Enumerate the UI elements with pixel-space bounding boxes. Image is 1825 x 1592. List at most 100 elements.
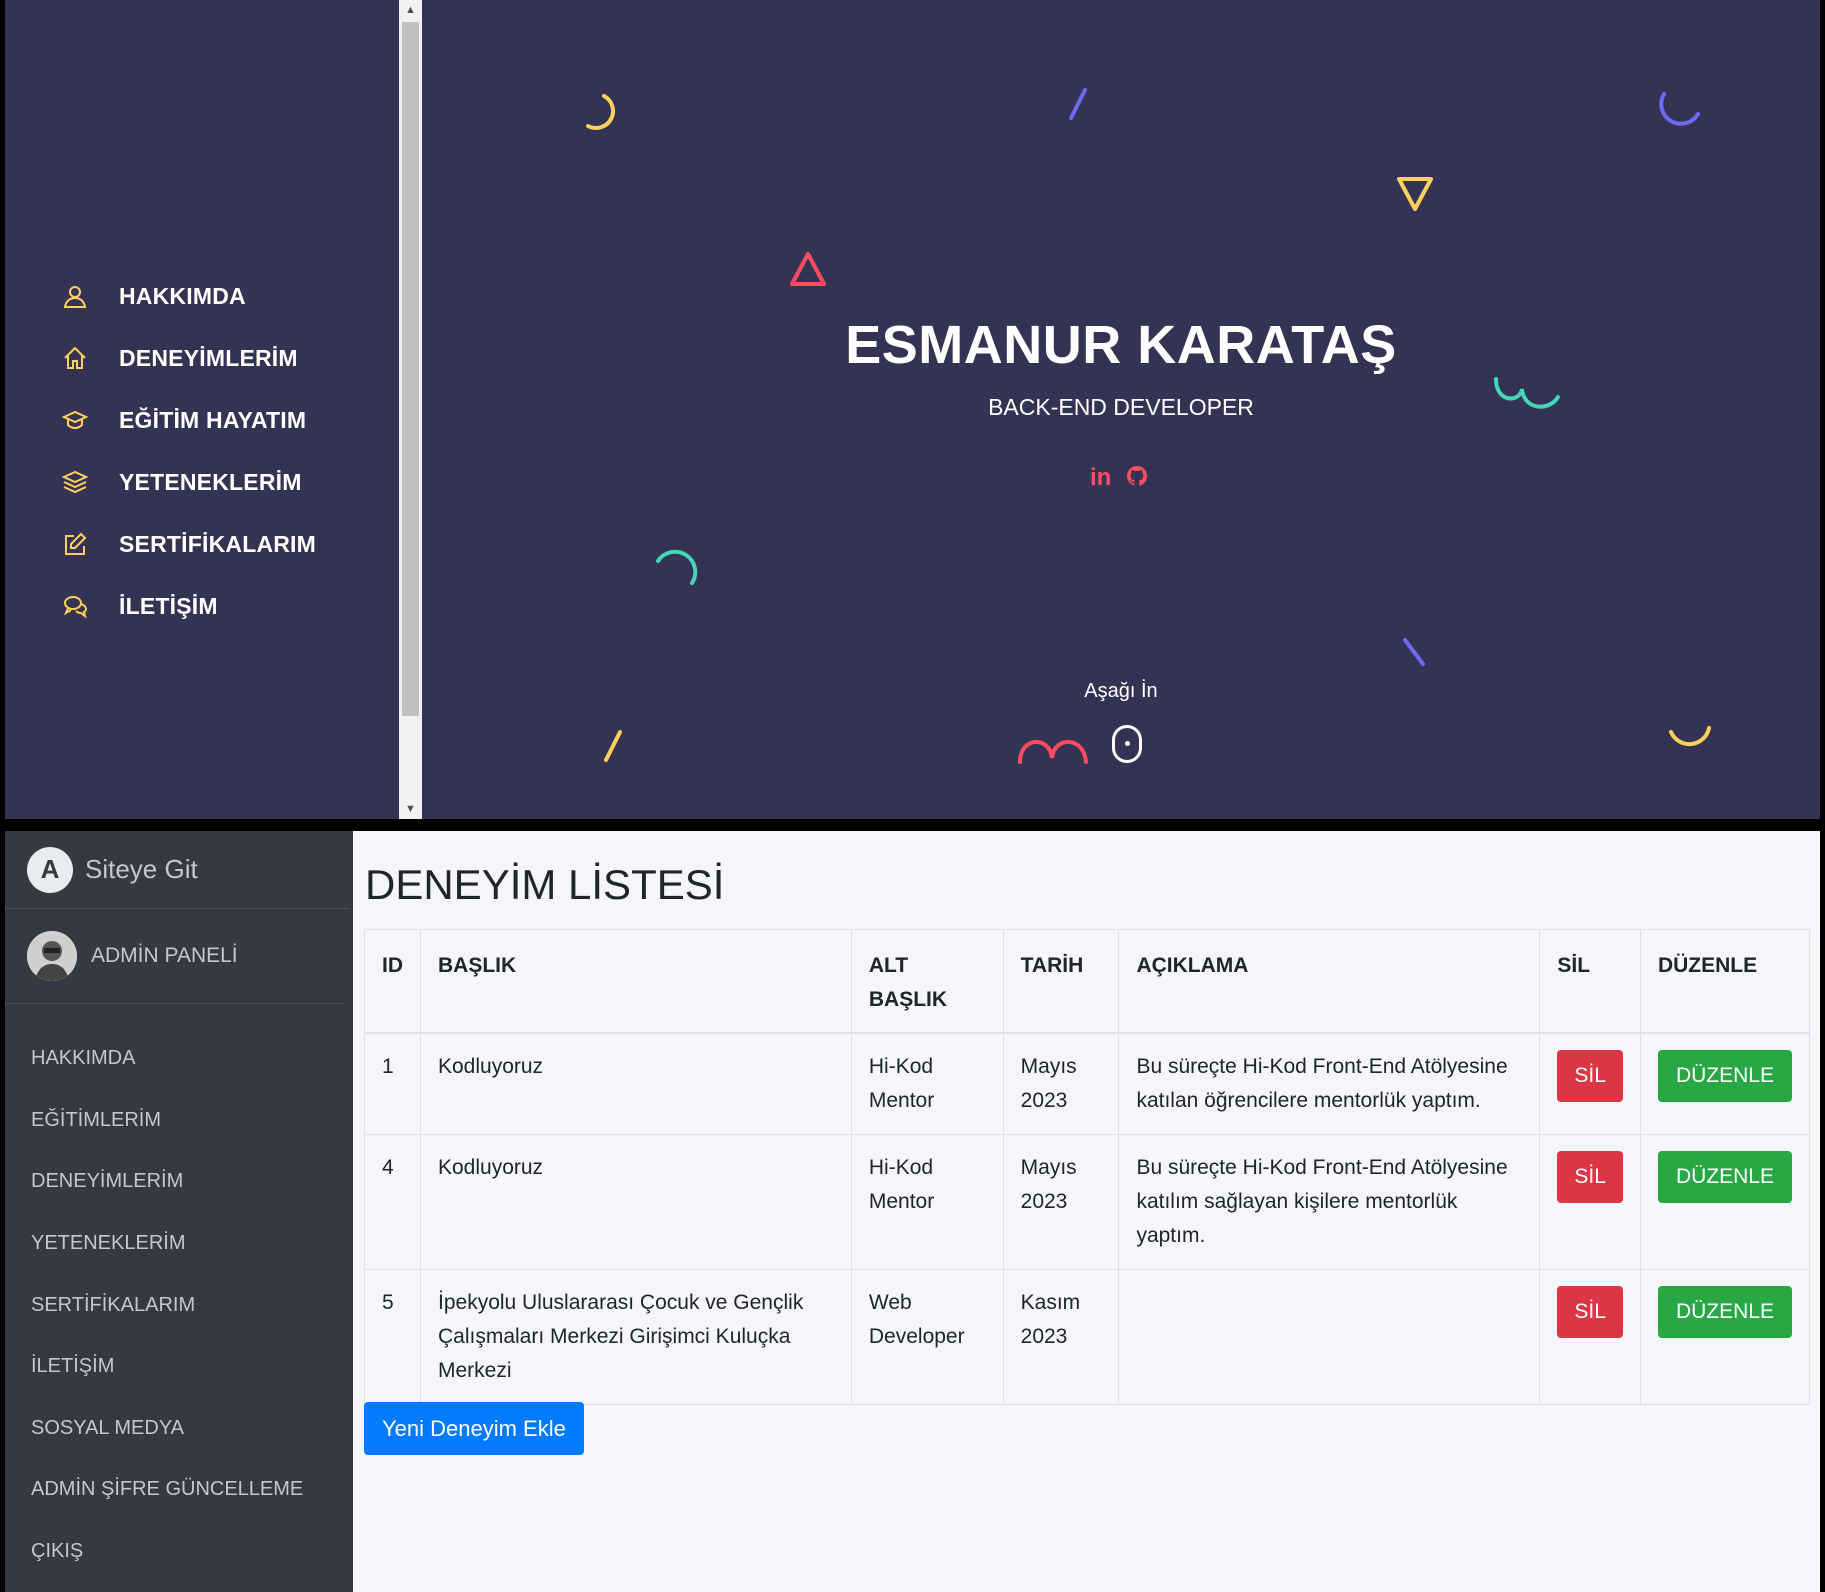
cell-subtitle: Web Developer [850, 1269, 1004, 1405]
admin-nav-yeteneklerim[interactable]: YETENEKLERİM [5, 1213, 353, 1275]
cell-title: Kodluyoruz [420, 1032, 852, 1135]
admin-nav-label: HAKKIMDA [31, 1047, 136, 1070]
cell-id: 4 [364, 1134, 421, 1270]
cell-edit: DÜZENLE [1639, 1269, 1811, 1405]
nav-label: EĞİTİM HAYATIM [119, 406, 307, 433]
scroll-down-link[interactable]: Aşağı İn [422, 680, 1820, 703]
admin-page: A Siteye Git ADMİN PANELİ HAKKIMDA EĞİTİ… [5, 831, 1820, 1592]
experience-table: ID BAŞLIK ALT BAŞLIK TARİH AÇIKLAMA SİL … [364, 929, 1811, 1405]
admin-nav-sosyal-medya[interactable]: SOSYAL MEDYA [5, 1398, 353, 1460]
admin-nav-iletisim[interactable]: İLETİŞİM [5, 1336, 353, 1398]
admin-nav-deneyimlerim[interactable]: DENEYİMLERİM [5, 1151, 353, 1213]
chat-icon [60, 591, 90, 621]
nav-label: YETENEKLERİM [119, 468, 302, 495]
nav-item-hakkimda[interactable]: HAKKIMDA [60, 265, 316, 327]
portfolio-nav: HAKKIMDA DENEYİMLERİM EĞİTİM HAYATIM YET… [60, 265, 316, 637]
cell-date: Mayıs 2023 [1002, 1134, 1120, 1270]
nav-label: İLETİŞİM [119, 592, 218, 619]
cell-edit: DÜZENLE [1639, 1032, 1811, 1135]
col-header: ID [364, 929, 421, 1034]
decor-arc-shape [656, 549, 698, 585]
admin-nav-label: ÇIKIŞ [31, 1540, 84, 1563]
home-icon [60, 343, 90, 373]
edit-icon [60, 529, 90, 559]
table-row: 4 Kodluyoruz Hi-Kod Mentor Mayıs 2023 Bu… [364, 1134, 1811, 1270]
scrollbar[interactable]: ▲ ▼ [399, 0, 422, 819]
scroll-down-arrow-icon[interactable]: ▼ [399, 799, 422, 819]
admin-nav-label: YETENEKLERİM [31, 1232, 186, 1255]
delete-button[interactable]: SİL [1557, 1286, 1623, 1338]
cell-date: Kasım 2023 [1002, 1269, 1120, 1405]
col-header: DÜZENLE [1639, 929, 1811, 1034]
scroll-up-arrow-icon[interactable]: ▲ [399, 0, 422, 20]
add-experience-button[interactable]: Yeni Deneyim Ekle [364, 1402, 584, 1455]
social-links: in [1090, 464, 1149, 497]
table-row: 1 Kodluyoruz Hi-Kod Mentor Mayıs 2023 Bu… [364, 1032, 1811, 1135]
layers-icon [60, 467, 90, 497]
decor-line-shape [1403, 638, 1425, 666]
brand-link[interactable]: A Siteye Git [5, 831, 348, 909]
admin-nav-cikis[interactable]: ÇIKIŞ [5, 1521, 353, 1583]
nav-label: DENEYİMLERİM [119, 344, 298, 371]
admin-nav-hakkimda[interactable]: HAKKIMDA [5, 1028, 353, 1090]
admin-nav-sertifikalarim[interactable]: SERTİFİKALARIM [5, 1274, 353, 1336]
brand-text: Siteye Git [85, 854, 198, 884]
github-icon[interactable] [1125, 464, 1149, 497]
nav-item-egitim[interactable]: EĞİTİM HAYATIM [60, 389, 316, 451]
col-header: TARİH [1002, 929, 1120, 1034]
delete-button[interactable]: SİL [1557, 1151, 1623, 1203]
edit-button[interactable]: DÜZENLE [1657, 1286, 1792, 1338]
user-panel: ADMİN PANELİ [5, 909, 343, 1004]
table-row: 5 İpekyolu Uluslararası Çocuk ve Gençlik… [364, 1269, 1811, 1405]
edit-button[interactable]: DÜZENLE [1657, 1151, 1792, 1203]
admin-nav-label: İLETİŞİM [31, 1355, 115, 1378]
decor-triangle-shape [1397, 177, 1433, 211]
nav-label: SERTİFİKALARIM [119, 530, 317, 557]
avatar [27, 931, 77, 981]
cell-delete: SİL [1539, 1134, 1641, 1270]
cell-delete: SİL [1539, 1032, 1641, 1135]
mouse-icon[interactable] [1112, 725, 1142, 763]
nav-item-yetenekler[interactable]: YETENEKLERİM [60, 451, 316, 513]
admin-nav: HAKKIMDA EĞİTİMLERİM DENEYİMLERİM YETENE… [5, 1004, 353, 1582]
nav-item-deneyimlerim[interactable]: DENEYİMLERİM [60, 327, 316, 389]
cell-date: Mayıs 2023 [1002, 1032, 1120, 1135]
cell-description: Bu süreçte Hi-Kod Front-End Atölyesine k… [1118, 1032, 1541, 1135]
col-header: AÇIKLAMA [1118, 929, 1541, 1034]
cell-title: İpekyolu Uluslararası Çocuk ve Gençlik Ç… [420, 1269, 852, 1405]
decor-triangle-shape [790, 252, 826, 286]
cell-subtitle: Hi-Kod Mentor [850, 1134, 1004, 1270]
page-title: DENEYİM LİSTESİ [365, 861, 725, 908]
scrollbar-thumb[interactable] [402, 22, 419, 716]
admin-nav-egitimlerim[interactable]: EĞİTİMLERİM [5, 1090, 353, 1152]
cell-id: 5 [364, 1269, 421, 1405]
table-header-row: ID BAŞLIK ALT BAŞLIK TARİH AÇIKLAMA SİL … [364, 929, 1811, 1034]
nav-item-iletisim[interactable]: İLETİŞİM [60, 575, 316, 637]
user-icon [60, 281, 90, 311]
col-header: ALT BAŞLIK [850, 929, 1004, 1034]
decor-line-shape [1069, 88, 1087, 120]
graduation-cap-icon [60, 405, 90, 435]
edit-button[interactable]: DÜZENLE [1657, 1050, 1792, 1102]
nav-item-sertifikalar[interactable]: SERTİFİKALARIM [60, 513, 316, 575]
cell-description [1118, 1269, 1541, 1405]
decor-arc-shape [586, 94, 615, 130]
admin-nav-label: ADMİN ŞİFRE GÜNCELLEME [31, 1478, 304, 1501]
cell-id: 1 [364, 1032, 421, 1135]
admin-sidebar: A Siteye Git ADMİN PANELİ HAKKIMDA EĞİTİ… [5, 831, 353, 1592]
delete-button[interactable]: SİL [1557, 1050, 1623, 1102]
admin-nav-sifre[interactable]: ADMİN ŞİFRE GÜNCELLEME [5, 1459, 353, 1521]
hero-name: ESMANUR KARATAŞ [845, 315, 1397, 375]
cell-title: Kodluyoruz [420, 1134, 852, 1270]
cell-subtitle: Hi-Kod Mentor [850, 1032, 1004, 1135]
admin-nav-label: SOSYAL MEDYA [31, 1416, 185, 1439]
col-header: SİL [1539, 929, 1641, 1034]
cell-delete: SİL [1539, 1269, 1641, 1405]
portfolio-page: HAKKIMDA DENEYİMLERİM EĞİTİM HAYATIM YET… [5, 0, 1820, 819]
nav-label: HAKKIMDA [119, 282, 246, 309]
cell-edit: DÜZENLE [1639, 1134, 1811, 1270]
user-name[interactable]: ADMİN PANELİ [91, 944, 238, 968]
hero-role: BACK-END DEVELOPER [988, 394, 1254, 420]
linkedin-icon[interactable]: in [1090, 464, 1111, 497]
decor-arc-shape [1659, 92, 1700, 126]
